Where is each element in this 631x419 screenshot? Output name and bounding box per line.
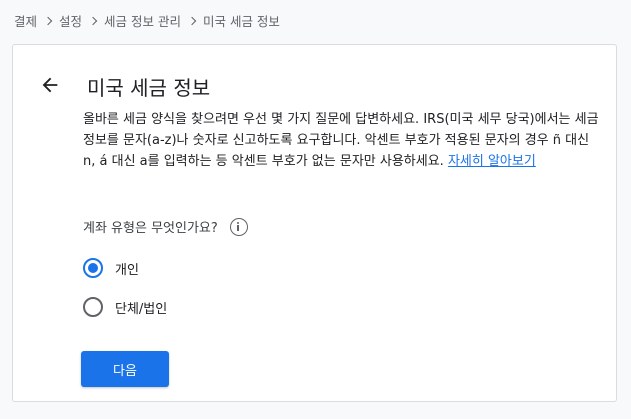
question-label: 계좌 유형은 무엇인가요? <box>83 221 218 236</box>
account-type-question: 계좌 유형은 무엇인가요? <box>83 217 248 236</box>
breadcrumb: 결제 설정 세금 정보 관리 미국 세금 정보 <box>14 11 280 30</box>
breadcrumb-tax-info-management[interactable]: 세금 정보 관리 <box>104 11 181 30</box>
info-icon[interactable] <box>229 217 248 236</box>
description: 올바른 세금 양식을 찾으려면 우선 몇 가지 질문에 답변하세요. IRS(미… <box>83 109 603 172</box>
radio-button-individual[interactable] <box>83 258 103 278</box>
radio-option-entity[interactable]: 단체/법인 <box>83 297 167 317</box>
radio-option-individual[interactable]: 개인 <box>83 258 139 278</box>
chevron-right-icon <box>43 16 53 25</box>
next-button[interactable]: 다음 <box>81 351 169 387</box>
breadcrumb-billing[interactable]: 결제 <box>14 11 37 30</box>
radio-button-entity[interactable] <box>83 297 103 317</box>
breadcrumb-settings[interactable]: 설정 <box>59 11 82 30</box>
chevron-right-icon <box>88 16 98 25</box>
page-title: 미국 세금 정보 <box>87 76 211 100</box>
chevron-right-icon <box>187 16 197 25</box>
breadcrumb-us-tax-info: 미국 세금 정보 <box>202 14 280 29</box>
radio-label-entity: 단체/법인 <box>115 301 168 317</box>
radio-label-individual: 개인 <box>115 262 139 278</box>
tax-info-card: 미국 세금 정보 올바른 세금 양식을 찾으려면 우선 몇 가지 질문에 답변하… <box>12 44 617 402</box>
learn-more-link[interactable]: 자세히 알아보기 <box>448 154 536 169</box>
arrow-back-icon[interactable] <box>39 74 61 96</box>
